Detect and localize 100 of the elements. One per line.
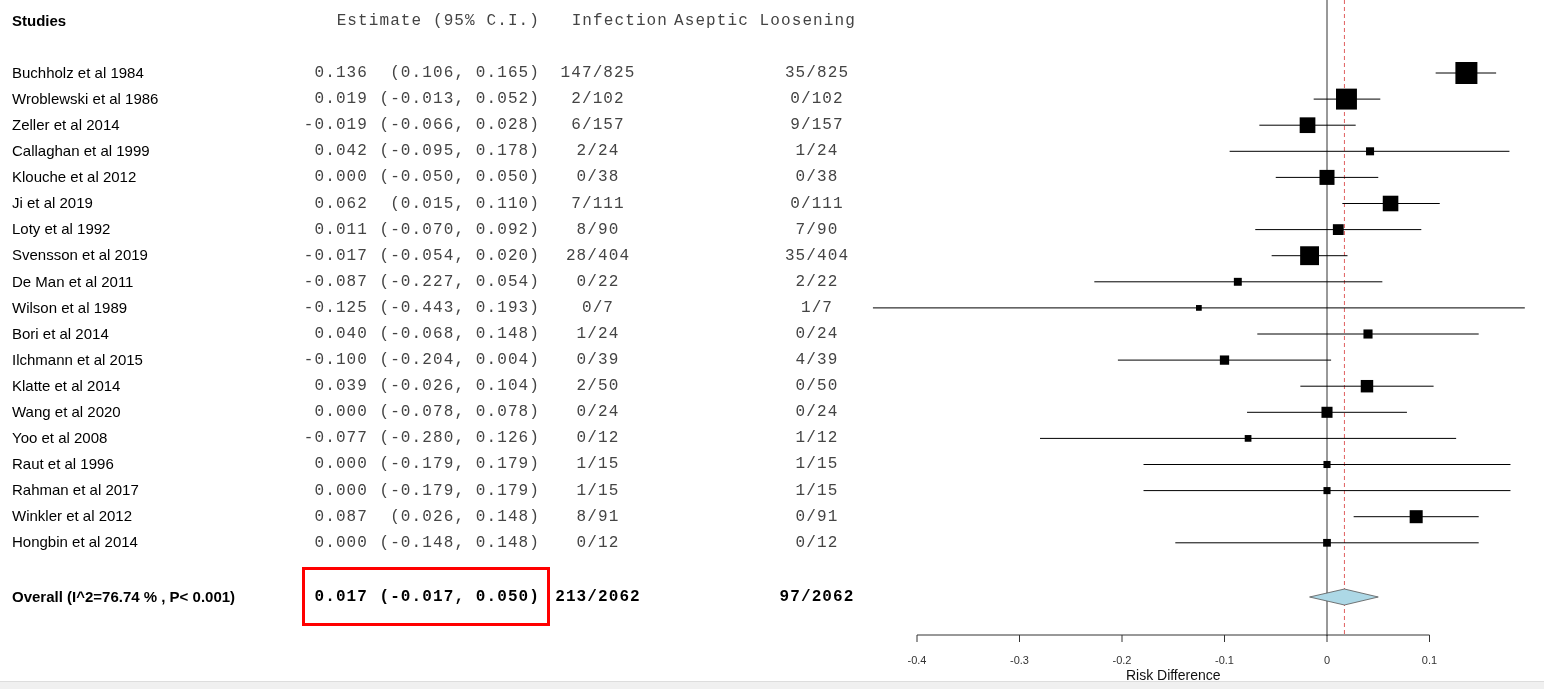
aseptic-loosening-count: 4/39	[795, 350, 839, 372]
study-name: Zeller et al 2014	[12, 115, 120, 135]
study-name: Buchholz et al 1984	[12, 62, 144, 83]
study-name: Bori et al 2014	[12, 323, 109, 344]
estimate-value: 0.042	[314, 141, 368, 163]
estimate-value: 0.040	[314, 324, 368, 345]
estimate-value: -0.077	[303, 428, 368, 450]
confidence-interval: (0.106, 0.165)	[390, 63, 540, 85]
infection-count: 6/157	[571, 115, 625, 137]
estimate-value: -0.087	[303, 271, 368, 293]
aseptic-loosening-count: 2/22	[795, 271, 839, 293]
estimate-value: 0.062	[314, 193, 368, 215]
aseptic-loosening-count: 1/12	[795, 428, 839, 450]
axis-title: Risk Difference	[1125, 667, 1221, 681]
estimate-value: 0.019	[314, 89, 368, 111]
axis-tick-label: -0.1	[1215, 654, 1234, 666]
aseptic-loosening-count: 0/24	[795, 324, 839, 345]
confidence-interval: (-0.078, 0.078)	[379, 402, 540, 424]
confidence-interval: (-0.280, 0.126)	[379, 428, 540, 450]
study-name: Wilson et al 1989	[12, 297, 128, 318]
study-name: Wroblewski et al 1986	[12, 88, 159, 109]
infection-count: 0/24	[576, 402, 620, 424]
estimate-value: -0.017	[303, 245, 368, 267]
confidence-interval: (-0.013, 0.052)	[379, 89, 540, 111]
study-name: Ilchmann et al 2015	[12, 349, 143, 370]
column-header: Aseptic Loosening	[673, 11, 856, 32]
confidence-interval: (-0.095, 0.178)	[379, 141, 540, 163]
confidence-interval: (-0.026, 0.104)	[379, 376, 540, 398]
infection-count: 28/404	[565, 245, 631, 267]
study-name: Klouche et al 2012	[12, 167, 137, 188]
confidence-interval: (-0.050, 0.050)	[379, 167, 540, 189]
study-name: Hongbin et al 2014	[12, 532, 138, 553]
study-name: Ji et al 2019	[12, 193, 93, 214]
aseptic-loosening-count: 0/102	[790, 89, 844, 111]
confidence-interval: (-0.066, 0.028)	[379, 115, 540, 137]
infection-count: 2/24	[576, 141, 620, 163]
column-header: Estimate (95% C.I.)	[336, 11, 540, 32]
aseptic-loosening-count: 35/825	[784, 63, 850, 85]
confidence-interval: (0.015, 0.110)	[390, 193, 540, 215]
aseptic-loosening-count: 0/38	[795, 167, 839, 189]
infection-count: 0/22	[576, 271, 620, 293]
estimate-marker	[1435, 62, 1497, 84]
study-name: Wang et al 2020	[12, 402, 121, 422]
estimate-value: 0.136	[314, 63, 368, 85]
confidence-interval: (-0.227, 0.054)	[379, 271, 540, 293]
estimate-value: 0.017	[314, 586, 368, 608]
confidence-interval: (-0.068, 0.148)	[379, 324, 540, 345]
infection-count: 213/2062	[555, 586, 641, 608]
infection-count: 0/39	[576, 350, 620, 372]
study-name: Winkler et al 2012	[12, 506, 133, 527]
estimate-value: -0.100	[303, 350, 368, 372]
infection-count: 8/90	[576, 219, 620, 241]
infection-count: 0/12	[576, 428, 620, 450]
confidence-interval: (-0.179, 0.179)	[379, 454, 540, 476]
confidence-interval: (-0.443, 0.193)	[379, 297, 540, 319]
infection-count: 1/15	[576, 454, 620, 476]
study-name: Klatte et al 2014	[12, 375, 121, 396]
aseptic-loosening-count: 0/50	[795, 376, 839, 398]
aseptic-loosening-count: 0/111	[790, 193, 844, 215]
aseptic-loosening-count: 9/157	[790, 115, 844, 137]
aseptic-loosening-count: 1/7	[800, 297, 834, 319]
aseptic-loosening-count: 0/12	[795, 532, 839, 554]
column-header: Infection	[571, 11, 668, 32]
estimate-value: 0.039	[314, 376, 368, 398]
study-name: Raut et al 1996	[12, 454, 114, 475]
aseptic-loosening-count: 7/90	[795, 219, 839, 241]
confidence-interval: (0.026, 0.148)	[390, 506, 540, 528]
estimate-value: -0.125	[303, 297, 368, 319]
confidence-interval: (-0.070, 0.092)	[379, 219, 540, 241]
study-name: Overall (I^2=76.74 % , P< 0.001)	[12, 586, 236, 607]
aseptic-loosening-count: 1/15	[795, 480, 839, 502]
confidence-interval: (-0.054, 0.020)	[379, 245, 540, 267]
axis-tick-label: 0.1	[1421, 654, 1438, 666]
study-name: De Man et al 2011	[12, 271, 134, 292]
infection-count: 7/111	[571, 193, 625, 215]
infection-count: 0/7	[581, 297, 615, 319]
study-name: Yoo et al 2008	[12, 428, 108, 449]
infection-count: 2/102	[571, 89, 625, 111]
aseptic-loosening-count: 0/91	[795, 506, 839, 528]
aseptic-loosening-count: 35/404	[784, 245, 850, 267]
estimate-value: 0.000	[314, 402, 368, 424]
confidence-interval: (-0.017, 0.050)	[379, 586, 540, 608]
axis-tick-label: 0	[1323, 654, 1331, 666]
confidence-interval: (-0.148, 0.148)	[379, 532, 540, 554]
study-name: Loty et al 1992	[12, 219, 111, 240]
estimate-value: 0.000	[314, 532, 368, 554]
study-name: Callaghan et al 1999	[12, 141, 150, 162]
estimate-value: 0.087	[314, 506, 368, 528]
estimate-value: 0.000	[314, 454, 368, 476]
axis-tick-label: -0.2	[1112, 654, 1132, 666]
estimate-value: 0.011	[314, 219, 368, 241]
estimate-marker	[1313, 88, 1381, 110]
confidence-interval: (-0.204, 0.004)	[379, 350, 540, 372]
infection-count: 0/38	[576, 167, 620, 189]
aseptic-loosening-count: 1/15	[795, 454, 839, 476]
pooled-diamond	[1309, 588, 1379, 606]
estimate-value: -0.019	[303, 115, 368, 137]
confidence-interval: (-0.179, 0.179)	[379, 480, 540, 502]
aseptic-loosening-count: 0/24	[795, 402, 839, 424]
study-name: Rahman et al 2017	[12, 480, 139, 501]
